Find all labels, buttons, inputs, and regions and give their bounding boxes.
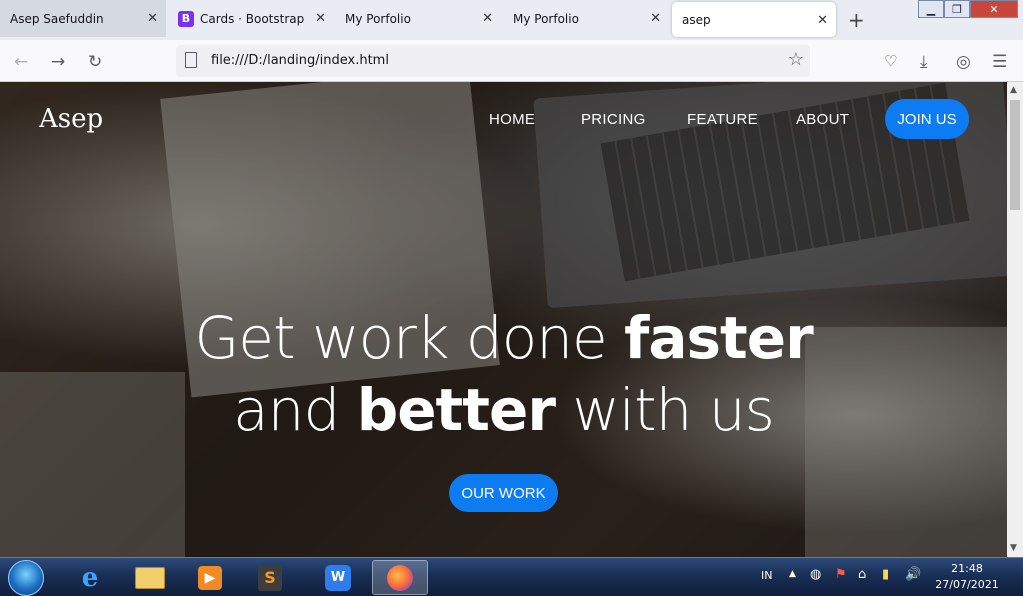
system-clock[interactable]: 21:48 27/07/2021 <box>932 561 1002 593</box>
language-indicator[interactable]: IN <box>761 569 772 582</box>
bootstrap-icon: B <box>178 10 194 27</box>
file-explorer-icon[interactable] <box>122 560 178 595</box>
tab-label: My Porfolio <box>513 11 579 26</box>
address-bar[interactable]: file:///D:/landing/index.html ☆ <box>176 45 810 77</box>
tab-label: Asep Saefuddin <box>10 11 104 26</box>
network-globe-icon[interactable]: ◍ <box>810 567 821 582</box>
headline-text: and <box>233 376 357 444</box>
scroll-up-icon[interactable]: ▲ <box>1010 85 1017 95</box>
sublime-text-icon[interactable]: S <box>242 560 298 595</box>
headline-emphasis: faster <box>624 304 814 372</box>
close-window-icon[interactable]: ✕ <box>970 0 1018 18</box>
nav-about[interactable]: ABOUT <box>796 111 849 128</box>
signal-icon[interactable]: ▮ <box>882 567 889 582</box>
download-icon[interactable]: ⤓ <box>920 52 928 72</box>
scrollbar-thumb[interactable] <box>1010 100 1020 210</box>
bookmark-star-icon[interactable]: ☆ <box>788 49 804 70</box>
our-work-button[interactable]: OUR WORK <box>449 474 558 512</box>
headline-text: with us <box>554 376 774 444</box>
headline-emphasis: better <box>356 376 556 444</box>
forward-icon[interactable]: → <box>51 52 65 72</box>
menu-icon[interactable]: ☰ <box>992 52 1007 72</box>
headline-text: Get work done <box>194 304 625 372</box>
extension-icon[interactable]: ◎ <box>956 52 971 72</box>
navigation-toolbar: ← → ↻ file:///D:/landing/index.html ☆ ♡ … <box>0 40 1023 82</box>
close-icon[interactable]: ✕ <box>147 11 158 26</box>
nav-feature[interactable]: FEATURE <box>687 111 758 128</box>
firefox-icon[interactable] <box>372 560 428 595</box>
page-icon <box>185 52 197 68</box>
tab-label: Cards · Bootstrap v5.0 <box>200 11 308 26</box>
maximize-icon[interactable]: ❐ <box>944 0 970 18</box>
window-controls: ▁ ❐ ✕ <box>918 0 1018 18</box>
action-center-icon[interactable]: ⚑ <box>835 567 847 582</box>
hero-section: Asep HOME PRICING FEATURE ABOUT JOIN US … <box>0 82 1007 557</box>
reload-icon[interactable]: ↻ <box>88 52 102 72</box>
nav-home[interactable]: HOME <box>489 111 535 128</box>
tab-my-porfolio-2[interactable]: My Porfolio ✕ <box>503 0 669 37</box>
usb-icon[interactable]: ⌂ <box>858 567 866 582</box>
hero-headline-line2: and better with us <box>0 376 1007 444</box>
tab-my-porfolio-1[interactable]: My Porfolio ✕ <box>335 0 501 37</box>
tab-strip: Asep Saefuddin ✕ B Cards · Bootstrap v5.… <box>0 0 1023 40</box>
tab-bootstrap-cards[interactable]: B Cards · Bootstrap v5.0 ✕ <box>168 0 334 37</box>
tab-label: asep <box>682 12 711 27</box>
tab-label: My Porfolio <box>345 11 411 26</box>
nav-pricing[interactable]: PRICING <box>581 111 646 128</box>
close-icon[interactable]: ✕ <box>482 11 493 26</box>
pocket-icon[interactable]: ♡ <box>884 52 897 70</box>
media-player-icon[interactable]: ▶ <box>182 560 238 595</box>
close-icon[interactable]: ✕ <box>817 13 828 28</box>
clock-date: 27/07/2021 <box>935 578 999 591</box>
internet-explorer-icon[interactable]: e <box>62 560 118 595</box>
clock-time: 21:48 <box>951 562 983 575</box>
close-icon[interactable]: ✕ <box>315 11 326 26</box>
hero-headline-line1: Get work done faster <box>0 304 1007 372</box>
volume-icon[interactable]: 🔊 <box>905 567 921 582</box>
brand-logo[interactable]: Asep <box>39 104 103 134</box>
wps-office-icon[interactable]: W <box>310 560 366 595</box>
tab-asep-saefuddin[interactable]: Asep Saefuddin ✕ <box>0 0 166 37</box>
minimize-icon[interactable]: ▁ <box>918 0 944 18</box>
start-button[interactable] <box>8 560 44 596</box>
new-tab-icon[interactable]: + <box>848 8 865 32</box>
show-hidden-icons[interactable]: ▲ <box>789 569 796 579</box>
vertical-scrollbar[interactable]: ▲ ▼ <box>1007 82 1023 557</box>
windows-taskbar: e ▶ S W IN ▲ ◍ ⚑ ⌂ ▮ 🔊 21:48 27/07/2021 <box>0 557 1023 596</box>
close-icon[interactable]: ✕ <box>650 11 661 26</box>
scroll-down-icon[interactable]: ▼ <box>1010 543 1017 553</box>
tab-asep[interactable]: asep ✕ <box>672 2 836 37</box>
url-text[interactable]: file:///D:/landing/index.html <box>211 53 389 68</box>
join-us-button[interactable]: JOIN US <box>885 99 969 139</box>
back-icon[interactable]: ← <box>14 52 28 72</box>
